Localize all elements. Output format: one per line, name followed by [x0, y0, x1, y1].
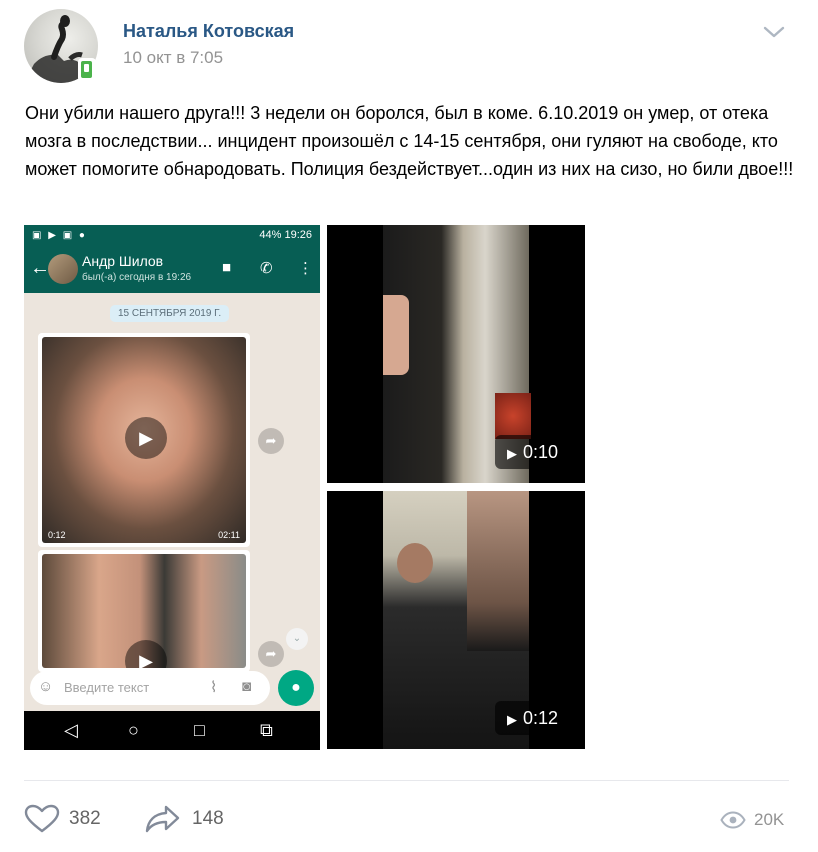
nav-home-icon: ○	[128, 720, 139, 740]
post-divider	[24, 780, 789, 781]
video-call-icon: ■	[222, 259, 232, 276]
share-count: 148	[192, 808, 224, 829]
play-icon: ▶	[125, 640, 167, 668]
contact-avatar	[48, 254, 78, 284]
phone-call-icon: ✆	[260, 260, 273, 277]
input-placeholder: Введите текст	[64, 680, 150, 695]
video-frame-person	[467, 491, 529, 651]
scroll-down-icon: ⌄	[286, 628, 308, 650]
nav-back-icon: ◁	[64, 720, 78, 740]
share-icon	[145, 805, 180, 833]
nav-recents-icon: □	[194, 720, 205, 740]
attachment-photo-screenshot[interactable]: ▣ ▶ ▣ ● 44% 19:26 ← Андр Шилов был(-а) с…	[24, 225, 320, 750]
video-duration: 0:12	[523, 708, 559, 728]
post-date[interactable]: 10 окт в 7:05	[123, 48, 223, 68]
kebab-menu-icon: ⋮	[298, 260, 313, 277]
video-duration: 0:12	[48, 530, 66, 540]
back-arrow-icon: ←	[30, 257, 50, 279]
emoji-icon: ☺	[38, 678, 54, 695]
android-nav-bar: ◁ ○ □ ⧉	[24, 711, 320, 750]
date-chip: 15 СЕНТЯБРЯ 2019 Г.	[110, 305, 230, 322]
message-input: ☺ Введите текст ⌇ ◙	[30, 671, 270, 705]
view-count: 20K	[754, 810, 785, 829]
contact-name: Андр Шилов	[82, 253, 164, 269]
attachment-video-1[interactable]: ▶ 0:10	[327, 225, 585, 483]
chat-video-message: ▶	[38, 550, 250, 672]
attachment-video-2[interactable]: ▶ 0:12	[327, 491, 585, 749]
video-thumbnail: ▶	[42, 554, 246, 668]
message-time: 02:11	[218, 530, 240, 540]
contact-last-seen: был(-а) сегодня в 19:26	[82, 272, 192, 283]
phone-status-bar: ▣ ▶ ▣ ● 44% 19:26	[24, 225, 320, 245]
video-frame-flowers	[495, 393, 531, 439]
post-text: Они убили нашего друга!!! 3 недели он бо…	[25, 103, 794, 179]
whatsapp-chat-header: ← Андр Шилов был(-а) сегодня в 19:26 ■ ✆…	[24, 245, 320, 293]
video-thumbnail: ▶ 0:12 02:11	[42, 337, 246, 543]
chat-video-message: ▶ 0:12 02:11	[38, 333, 250, 547]
video-duration-badge: ▶ 0:10	[495, 435, 567, 469]
play-icon: ▶	[507, 446, 517, 461]
author-name[interactable]: Наталья Котовская	[123, 21, 294, 42]
video-frame-face	[383, 295, 409, 375]
like-count: 382	[69, 808, 101, 829]
phone-online-icon	[78, 58, 96, 82]
forward-icon: ➦	[258, 428, 284, 454]
eye-icon	[720, 811, 746, 829]
forward-icon: ➦	[258, 641, 284, 667]
video-duration: 0:10	[523, 442, 559, 462]
play-icon: ▶	[125, 417, 167, 459]
share-button[interactable]: 148	[145, 803, 224, 835]
camera-icon: ◙	[242, 678, 252, 695]
views-counter: 20K	[720, 806, 784, 834]
video-frame-head	[397, 543, 433, 583]
chevron-down-icon[interactable]	[762, 24, 786, 40]
video-duration-badge: ▶ 0:12	[495, 701, 567, 735]
play-icon: ▶	[507, 712, 517, 727]
microphone-icon: ●	[278, 670, 314, 706]
like-button[interactable]: 382	[24, 803, 101, 835]
nav-switch-icon: ⧉	[260, 720, 273, 740]
phone-battery-clock: 44% 19:26	[259, 229, 312, 241]
heart-icon	[24, 804, 60, 833]
attach-icon: ⌇	[210, 679, 218, 696]
